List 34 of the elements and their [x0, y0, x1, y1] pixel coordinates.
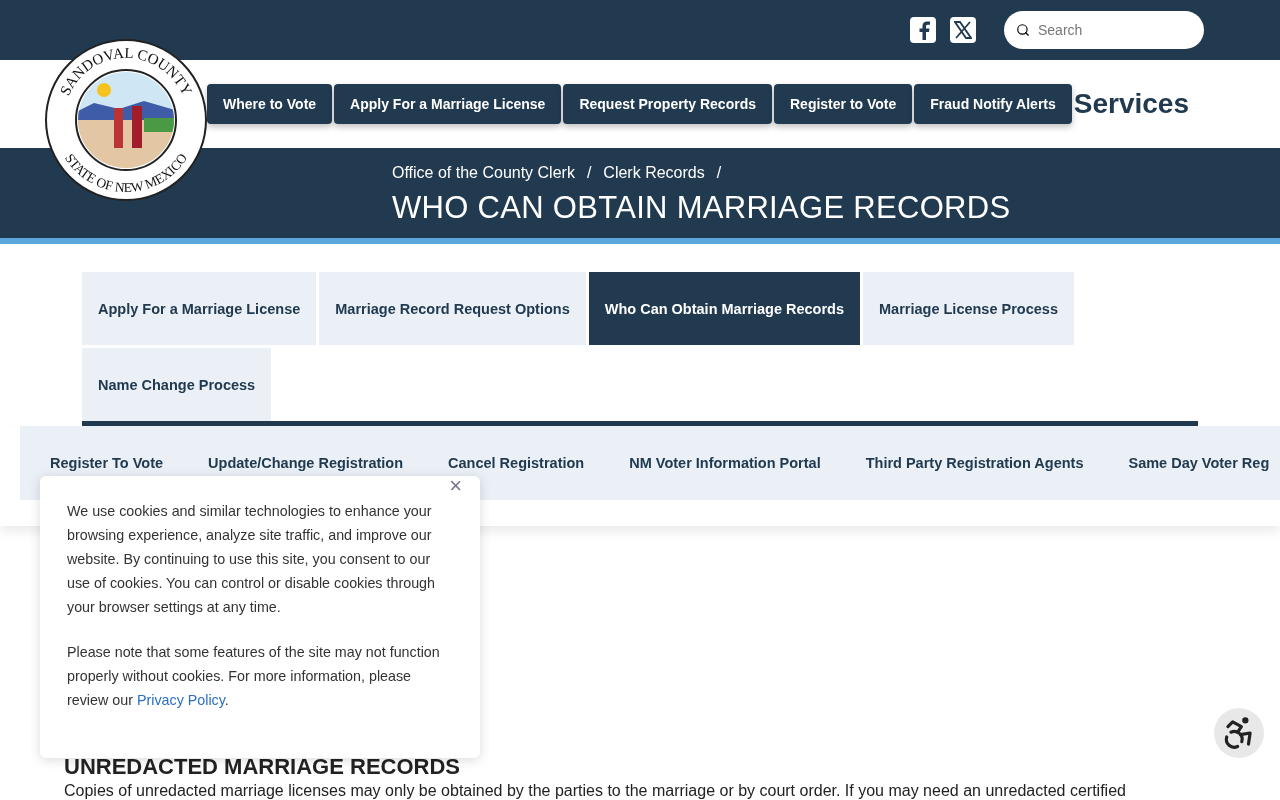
section-paragraph: Copies of unredacted marriage licenses may only be obtained by the parties to the marriage or by court order. If you may need an unredacted certified: [64, 782, 1127, 800]
voter-nav-link[interactable]: Same Day Voter Reg: [1128, 455, 1270, 471]
nav-button[interactable]: Fraud Notify Alerts: [914, 84, 1072, 124]
nav-button[interactable]: Register to Vote: [774, 84, 913, 124]
voter-nav-link[interactable]: Cancel Registration: [448, 455, 585, 471]
voter-nav-link[interactable]: Update/Change Registration: [208, 455, 404, 471]
nav-button[interactable]: Request Property Records: [563, 84, 772, 124]
nav-button[interactable]: Apply For a Marriage License: [334, 84, 562, 124]
tab[interactable]: Apply For a Marriage License: [82, 272, 317, 345]
x-logo-icon[interactable]: [950, 17, 976, 43]
search-field[interactable]: Search: [1004, 11, 1204, 49]
breadcrumb-link[interactable]: Clerk Records: [603, 164, 705, 182]
search-icon: [1016, 23, 1030, 37]
voter-nav-link[interactable]: NM Voter Information Portal: [629, 455, 821, 471]
page-title: WHO CAN OBTAIN MARRIAGE RECORDS: [392, 190, 1012, 226]
accessibility-button[interactable]: [1214, 708, 1264, 758]
tab[interactable]: Marriage Record Request Options: [319, 272, 586, 345]
tab[interactable]: Who Can Obtain Marriage Records: [588, 272, 861, 345]
cookie-text: Please note that some features of the site may not function properly without cookies. For more information, please review our Privacy Policy.: [67, 643, 441, 710]
search-input[interactable]: Search: [1036, 21, 1176, 39]
privacy-policy-link[interactable]: Privacy Policy: [136, 692, 225, 708]
nav-button[interactable]: Where to Vote: [207, 84, 333, 124]
breadcrumb-separator: /: [586, 164, 592, 182]
voter-nav-link[interactable]: Third Party Registration Agents: [865, 455, 1084, 471]
breadcrumb-separator: /: [716, 164, 722, 182]
tab[interactable]: Name Change Process: [82, 348, 272, 421]
tab[interactable]: Marriage License Process: [863, 272, 1074, 345]
facebook-icon[interactable]: [910, 17, 936, 43]
nav-heading: Services: [1073, 88, 1189, 120]
breadcrumb-link[interactable]: Office of the County Clerk: [392, 164, 575, 182]
cookie-text: We use cookies and similar technologies to enhance your browsing experience, analyze site traffic, and improve our website. By continuing to use this site, you consent to our use of cookies. You can control or disable cookies through your browser settings at any time.: [67, 502, 436, 617]
voter-nav-link[interactable]: Register To Vote: [50, 455, 164, 471]
close-button[interactable]: ×: [443, 472, 468, 500]
section-heading: UNREDACTED MARRIAGE RECORDS: [64, 754, 461, 780]
